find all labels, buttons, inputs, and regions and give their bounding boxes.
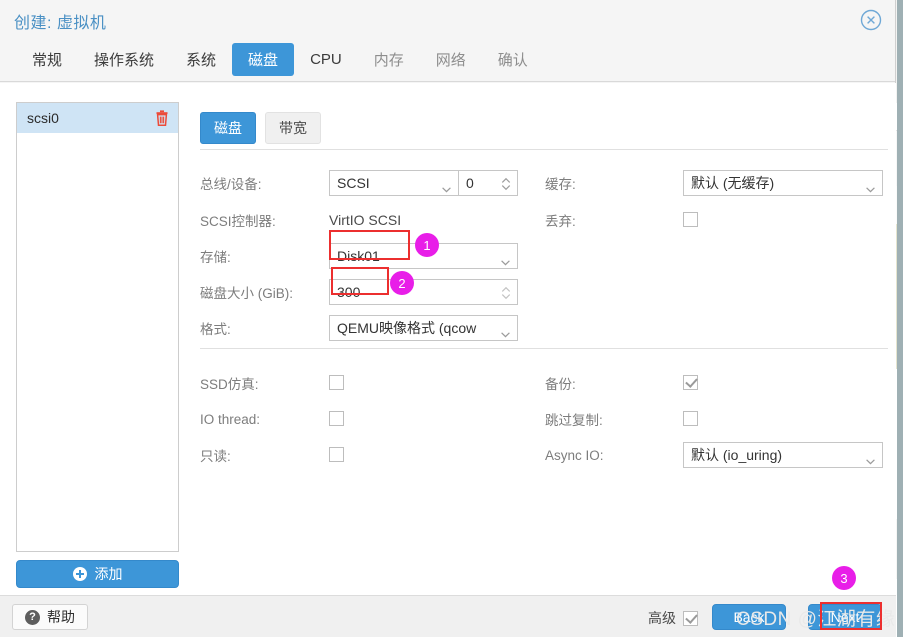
disk-list-panel: scsi0 (16, 102, 179, 552)
readonly-label: 只读: (200, 445, 231, 465)
chevron-down-icon (866, 452, 875, 458)
subtab-disk[interactable]: 磁盘 (200, 112, 256, 144)
advanced-toggle[interactable]: 高级 (648, 608, 698, 628)
tab-cpu[interactable]: CPU (294, 45, 358, 74)
backup-checkbox[interactable] (683, 375, 698, 390)
page-title: 创建: 虚拟机 (14, 9, 106, 33)
help-label: 帮助 (47, 607, 75, 627)
scsi-controller-label-row: SCSI控制器: (200, 207, 276, 233)
scsi-controller-label: SCSI控制器: (200, 210, 276, 230)
next-button[interactable]: Next (808, 604, 882, 630)
bus-device-label-row: 总线/设备: (200, 170, 262, 196)
backup-label-row: 备份: (545, 370, 576, 396)
bus-device-label: 总线/设备: (200, 173, 262, 193)
cache-select-value: 默认 (无缓存) (691, 173, 774, 193)
discard-label-row: 丢弃: (545, 207, 576, 233)
scsi-controller-value: VirtIO SCSI (329, 212, 401, 228)
ssd-emulation-label-row: SSD仿真: (200, 370, 259, 396)
list-item[interactable]: scsi0 (17, 103, 178, 133)
storage-select[interactable]: Disk01 (329, 243, 518, 269)
async-io-select[interactable]: 默认 (io_uring) (683, 442, 883, 468)
storage-label-row: 存储: (200, 243, 231, 269)
stepper-arrows-icon[interactable] (501, 285, 511, 301)
add-disk-label: 添加 (95, 564, 123, 584)
tab-general[interactable]: 常规 (16, 43, 78, 76)
format-label-row: 格式: (200, 315, 231, 341)
wizard-tabbar: 常规 操作系统 系统 磁盘 CPU 内存 网络 确认 (0, 38, 895, 82)
disk-size-label: 磁盘大小 (GiB): (200, 282, 293, 302)
dialog-titlebar: 创建: 虚拟机 (0, 0, 895, 38)
tab-system[interactable]: 系统 (170, 43, 232, 76)
plus-circle-icon (73, 567, 87, 581)
disk-subtabs: 磁盘 带宽 (200, 112, 321, 144)
io-thread-checkbox[interactable] (329, 411, 344, 426)
bus-select-value: SCSI (337, 175, 370, 191)
section-divider (200, 149, 888, 150)
storage-select-value: Disk01 (337, 248, 380, 264)
advanced-label: 高级 (648, 608, 676, 628)
chevron-down-icon (501, 325, 510, 331)
storage-label: 存储: (200, 246, 231, 266)
discard-label: 丢弃: (545, 210, 576, 230)
tab-os[interactable]: 操作系统 (78, 43, 170, 76)
format-label: 格式: (200, 318, 231, 338)
scsi-controller-value-row: VirtIO SCSI (329, 207, 401, 233)
backup-label: 备份: (545, 373, 576, 393)
tab-memory[interactable]: 内存 (358, 43, 420, 76)
back-button[interactable]: Back (712, 604, 786, 630)
device-id-value: 0 (466, 175, 474, 191)
help-button[interactable]: ? 帮助 (12, 604, 88, 630)
dialog-footer: ? 帮助 高级 Back Next (0, 595, 896, 637)
discard-checkbox[interactable] (683, 212, 698, 227)
stepper-arrows-icon[interactable] (501, 176, 511, 192)
format-select[interactable]: QEMU映像格式 (qcow (329, 315, 518, 341)
create-vm-dialog: 创建: 虚拟机 常规 操作系统 系统 磁盘 CPU 内存 网络 确认 scsi0 (0, 0, 896, 637)
cache-label-row: 缓存: (545, 170, 576, 196)
chevron-down-icon (442, 180, 451, 186)
background-edge (903, 0, 909, 637)
async-io-select-value: 默认 (io_uring) (691, 445, 782, 465)
skip-replication-label: 跳过复制: (545, 409, 603, 429)
tab-confirm[interactable]: 确认 (482, 43, 544, 76)
dialog-body: scsi0 添加 磁盘 带宽 (0, 83, 896, 595)
format-select-value: QEMU映像格式 (qcow (337, 318, 476, 338)
bus-select[interactable]: SCSI (329, 170, 459, 196)
section-divider (200, 348, 888, 349)
readonly-label-row: 只读: (200, 442, 231, 468)
chevron-down-icon (866, 180, 875, 186)
io-thread-label-row: IO thread: (200, 406, 260, 432)
close-icon[interactable] (860, 9, 882, 31)
ssd-emulation-label: SSD仿真: (200, 373, 259, 393)
add-disk-button[interactable]: 添加 (16, 560, 179, 588)
device-id-stepper[interactable]: 0 (459, 170, 518, 196)
back-label: Back (733, 609, 764, 625)
disk-item-label: scsi0 (27, 110, 59, 126)
disk-settings-panel: 磁盘 带宽 总线/设备: SCSI 0 (196, 83, 896, 595)
trash-icon[interactable] (155, 110, 169, 126)
async-io-label-row: Async IO: (545, 442, 604, 468)
io-thread-label: IO thread: (200, 412, 260, 427)
disk-size-label-row: 磁盘大小 (GiB): (200, 279, 293, 305)
readonly-checkbox[interactable] (329, 447, 344, 462)
skip-replication-label-row: 跳过复制: (545, 406, 603, 432)
tab-disks[interactable]: 磁盘 (232, 43, 294, 76)
subtab-bandwidth[interactable]: 带宽 (265, 112, 321, 144)
advanced-checkbox[interactable] (683, 611, 698, 626)
next-label: Next (831, 609, 860, 625)
cache-label: 缓存: (545, 173, 576, 193)
skip-replication-checkbox[interactable] (683, 411, 698, 426)
chevron-down-icon (501, 253, 510, 259)
disk-size-value: 300 (337, 284, 360, 300)
async-io-label: Async IO: (545, 448, 604, 463)
tab-network[interactable]: 网络 (420, 43, 482, 76)
cache-select[interactable]: 默认 (无缓存) (683, 170, 883, 196)
question-circle-icon: ? (25, 610, 40, 625)
ssd-emulation-checkbox[interactable] (329, 375, 344, 390)
disk-size-stepper[interactable]: 300 (329, 279, 518, 305)
